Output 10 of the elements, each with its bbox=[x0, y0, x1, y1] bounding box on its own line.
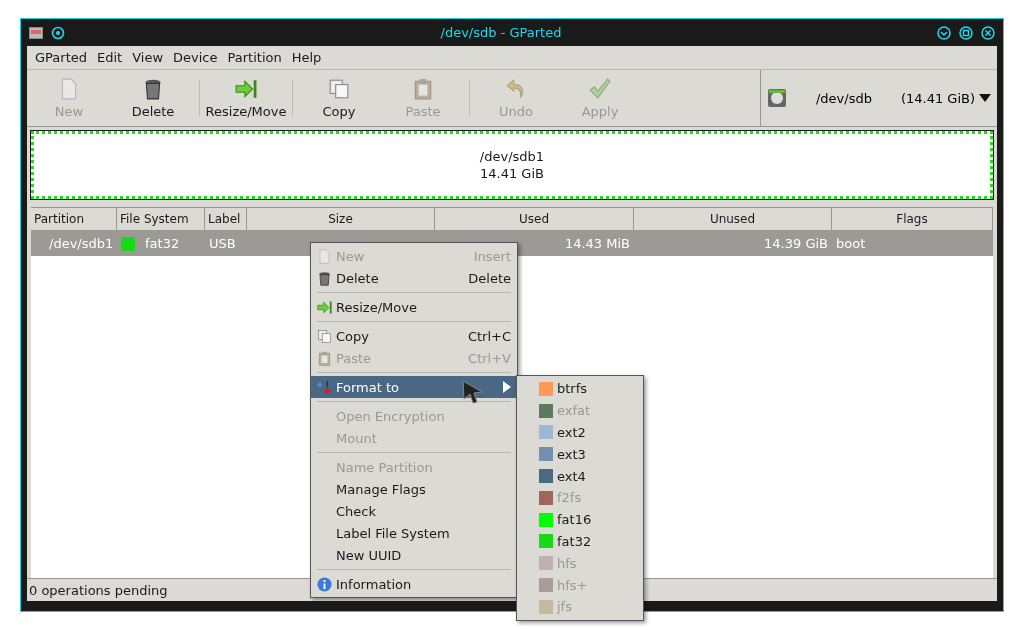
table-cell-text: boot bbox=[835, 236, 867, 251]
partition-size: 14.41 GiB bbox=[480, 166, 544, 181]
table-cell: 14.43 MiB bbox=[564, 236, 630, 251]
partition-name: /dev/sdb1 bbox=[479, 149, 545, 164]
table-cell: 14.39 GiB bbox=[764, 236, 828, 251]
table-cell-text: USB bbox=[208, 236, 237, 251]
window-title: /dev/sdb - GParted bbox=[439, 25, 563, 40]
status-text: 0 operations pending bbox=[29, 582, 168, 598]
table-cell: fat32 bbox=[145, 236, 180, 251]
table-cell-text: /dev/sdb1 bbox=[48, 236, 115, 251]
